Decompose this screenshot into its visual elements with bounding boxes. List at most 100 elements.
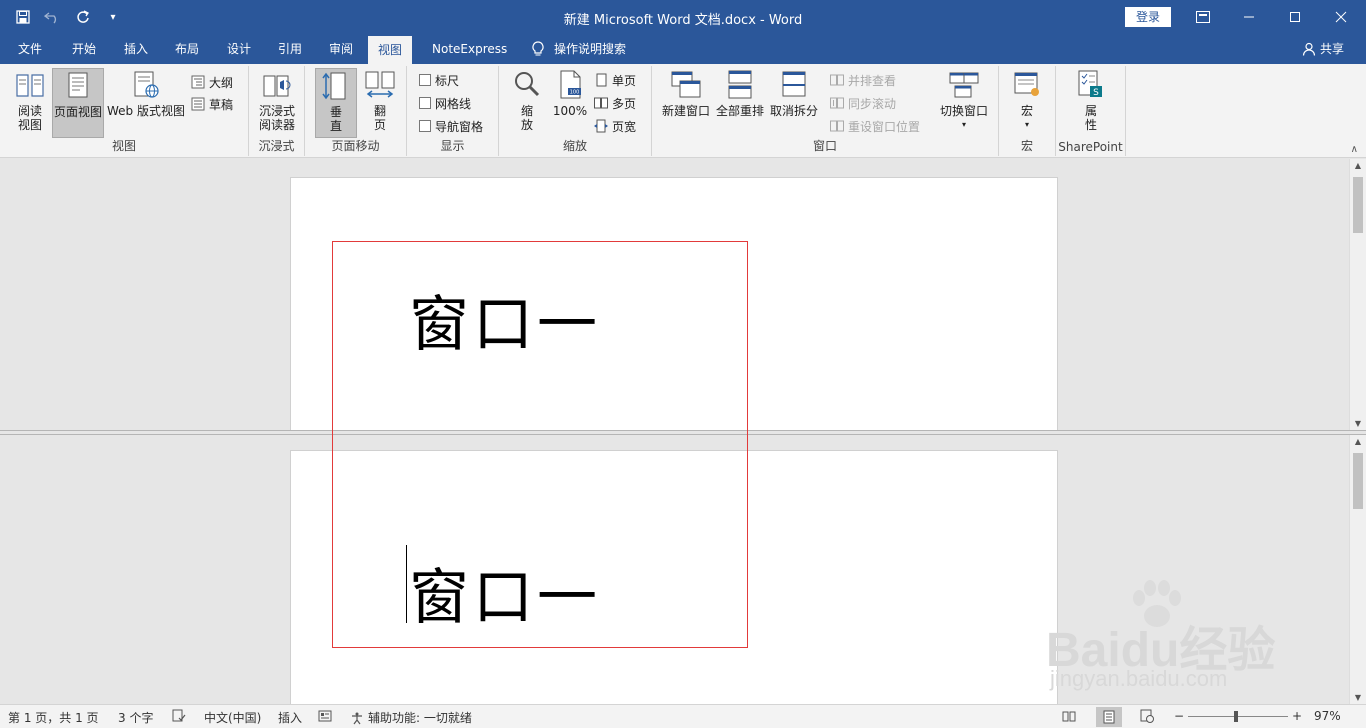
text-cursor: [406, 545, 407, 623]
ruler-checkbox[interactable]: 标尺: [419, 70, 459, 90]
tab-noteexpress[interactable]: NoteExpress: [428, 34, 511, 64]
multiple-pages-label: 多页: [612, 96, 637, 111]
document-text-bottom[interactable]: 窗口一: [409, 549, 601, 636]
arrange-all-button[interactable]: 全部重排: [714, 68, 766, 138]
draft-icon: [191, 97, 205, 111]
zoom-level[interactable]: 97%: [1314, 709, 1341, 723]
lightbulb-icon: [532, 41, 544, 56]
redo-icon[interactable]: [70, 6, 96, 28]
zoom-slider-track[interactable]: [1188, 716, 1288, 717]
maximize-icon[interactable]: [1272, 0, 1318, 34]
new-window-button[interactable]: 新建窗口: [660, 68, 712, 138]
accessibility-checker[interactable]: 辅助功能: 一切就绪: [350, 709, 472, 726]
scroll-up-arrow-icon[interactable]: ▲: [1350, 161, 1366, 170]
remove-split-button[interactable]: 取消拆分: [768, 68, 820, 138]
multiple-pages-button[interactable]: 多页: [594, 93, 636, 113]
page-count[interactable]: 第 1 页，共 1 页: [8, 709, 99, 726]
ruler-check-box[interactable]: [419, 74, 431, 86]
tab-insert[interactable]: 插入: [120, 34, 152, 64]
macros-dropdown-icon: ▾: [1024, 120, 1029, 129]
one-page-button[interactable]: 单页: [594, 70, 636, 90]
group-show-label: 显示: [440, 139, 465, 153]
immersive-reader-button[interactable]: 沉浸式 阅读器: [255, 68, 299, 138]
tab-references[interactable]: 引用: [274, 34, 306, 64]
print-layout-view-icon[interactable]: [1096, 707, 1122, 727]
undo-icon[interactable]: [40, 6, 66, 28]
ribbon-display-options-icon[interactable]: [1180, 0, 1226, 34]
gridlines-checkbox[interactable]: 网格线: [419, 93, 471, 113]
document-page-top[interactable]: 窗口一: [290, 177, 1058, 430]
print-layout-button[interactable]: 页面视图: [52, 68, 104, 138]
zoom-label: 缩 放: [520, 104, 533, 132]
group-zoom-label: 缩放: [562, 139, 587, 153]
proofing-icon[interactable]: [172, 709, 186, 726]
vertical-scrollbar-bottom[interactable]: ▲ ▼: [1349, 435, 1366, 704]
scroll-down-arrow-icon[interactable]: ▼: [1350, 693, 1366, 702]
sharepoint-properties-icon: S: [1078, 70, 1102, 98]
tab-review[interactable]: 审阅: [325, 34, 357, 64]
zoom-slider-thumb[interactable]: [1234, 711, 1238, 722]
save-icon[interactable]: [10, 6, 36, 28]
zoom-out-icon[interactable]: −: [1174, 709, 1184, 723]
draft-button[interactable]: 草稿: [191, 94, 233, 114]
nav-pane-checkbox[interactable]: 导航窗格: [419, 116, 483, 136]
insert-mode-indicator[interactable]: 插入: [278, 709, 302, 726]
vertical-scrollbar-top[interactable]: ▲ ▼: [1349, 159, 1366, 430]
side-to-side-button[interactable]: 翻 页: [359, 68, 401, 138]
tell-me-search[interactable]: 操作说明搜索: [532, 34, 626, 64]
immersive-reader-label: 沉浸式 阅读器: [258, 104, 295, 132]
share-button[interactable]: 共享: [1302, 34, 1344, 64]
view-side-by-side-button[interactable]: 并排查看: [830, 70, 896, 90]
reset-window-icon: [830, 120, 844, 132]
read-mode-view-icon[interactable]: [1062, 709, 1076, 726]
web-layout-view-icon[interactable]: [1140, 709, 1154, 726]
language-indicator[interactable]: 中文(中国): [204, 709, 261, 726]
multiple-pages-icon: [594, 97, 608, 109]
scroll-down-arrow-icon[interactable]: ▼: [1350, 419, 1366, 428]
document-text-top[interactable]: 窗口一: [409, 276, 601, 363]
scroll-thumb-top[interactable]: [1353, 177, 1363, 233]
document-page-bottom[interactable]: 窗口一: [290, 450, 1058, 704]
nav-pane-check-box[interactable]: [419, 120, 431, 132]
gridlines-check-box[interactable]: [419, 97, 431, 109]
tab-layout[interactable]: 布局: [171, 34, 203, 64]
web-layout-button[interactable]: Web 版式视图: [106, 68, 186, 138]
zoom-100-icon: 100: [560, 70, 581, 99]
page-width-button[interactable]: 页宽: [594, 116, 636, 136]
macro-record-icon[interactable]: [318, 709, 332, 726]
zoom-100-button[interactable]: 100 100%: [549, 68, 591, 138]
customize-qat-icon[interactable]: ▾: [100, 6, 126, 28]
minimize-icon[interactable]: [1226, 0, 1272, 34]
group-macros: 宏 ▾ 宏: [999, 66, 1056, 156]
tab-design[interactable]: 设计: [223, 34, 255, 64]
group-views: 阅读 视图 页面视图 Web 版式视图 大纲 草稿 视图: [0, 66, 249, 156]
one-page-icon: [596, 73, 607, 87]
reset-window-position-button[interactable]: 重设窗口位置: [830, 116, 920, 136]
properties-button[interactable]: S 属 性: [1071, 68, 1111, 138]
group-window: 新建窗口 全部重排 取消拆分 并排查看 同步滚动 重设窗口位置 切换窗口 ▾ 窗…: [652, 66, 999, 156]
zoom-button[interactable]: 缩 放: [507, 68, 547, 138]
vertical-button[interactable]: 垂 直: [315, 68, 357, 138]
ruler-label: 标尺: [435, 73, 460, 88]
web-layout-icon: [134, 71, 159, 98]
read-mode-button[interactable]: 阅读 视图: [8, 68, 52, 138]
group-immersive-label: 沉浸式: [258, 139, 295, 153]
scroll-thumb-bottom[interactable]: [1353, 453, 1363, 509]
macros-button[interactable]: 宏 ▾: [1007, 68, 1047, 138]
outline-button[interactable]: 大纲: [191, 72, 233, 92]
collapse-ribbon-icon[interactable]: ∧: [1351, 144, 1358, 155]
zoom-100-label: 100%: [552, 104, 588, 118]
tab-home[interactable]: 开始: [68, 34, 100, 64]
zoom-in-icon[interactable]: +: [1292, 709, 1302, 723]
scroll-up-arrow-icon[interactable]: ▲: [1350, 437, 1366, 446]
remove-split-label: 取消拆分: [769, 104, 818, 118]
switch-windows-button[interactable]: 切换窗口 ▾: [936, 68, 992, 138]
word-count[interactable]: 3 个字: [118, 709, 153, 726]
sync-scroll-button[interactable]: 同步滚动: [830, 93, 896, 113]
tab-file[interactable]: 文件: [14, 34, 46, 64]
tab-view[interactable]: 视图: [368, 36, 413, 64]
group-zoom: 缩 放 100 100% 单页 多页 页宽 缩放: [499, 66, 652, 156]
close-icon[interactable]: [1318, 0, 1364, 34]
draft-label: 草稿: [209, 97, 234, 112]
login-button[interactable]: 登录: [1125, 7, 1171, 27]
